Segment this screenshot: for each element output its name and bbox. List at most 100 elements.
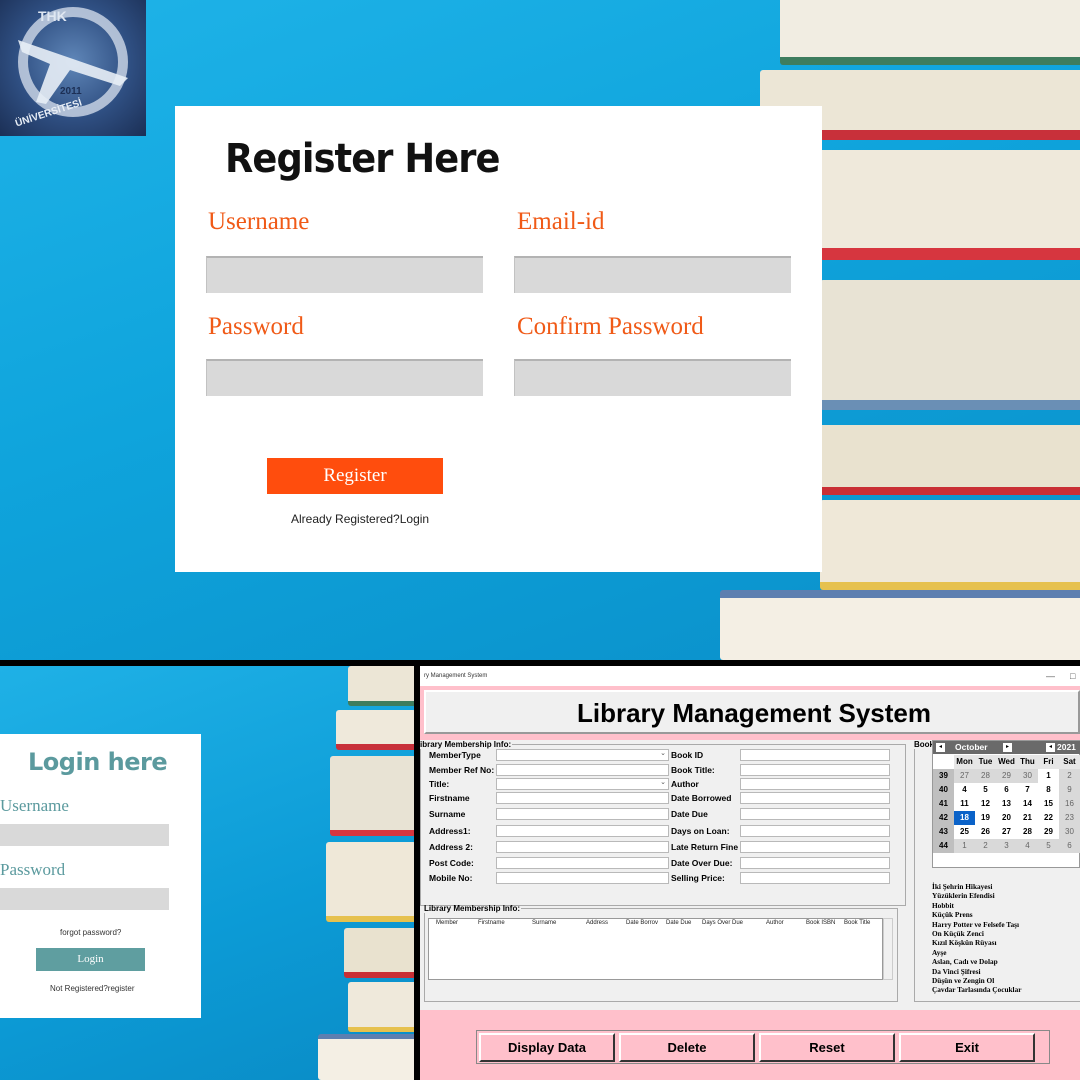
password-input[interactable]: [0, 888, 169, 910]
column-header[interactable]: Address: [586, 920, 608, 926]
text-field[interactable]: [740, 857, 890, 869]
list-item[interactable]: Düşün ve Zengin Ol: [932, 976, 1080, 985]
text-field[interactable]: [496, 792, 669, 804]
delete-button[interactable]: Delete: [619, 1033, 755, 1062]
calendar-day[interactable]: 28: [1017, 825, 1038, 839]
password-input[interactable]: [206, 359, 483, 396]
select-field[interactable]: ⌄: [496, 778, 669, 790]
list-item[interactable]: Ayşe: [932, 948, 1080, 957]
calendar-day[interactable]: 3: [996, 839, 1017, 853]
prev-month-icon[interactable]: ◂: [936, 743, 945, 752]
calendar-day-selected[interactable]: 18: [954, 811, 975, 825]
username-input[interactable]: [0, 824, 169, 846]
text-field[interactable]: [740, 778, 890, 790]
list-item[interactable]: Çavdar Tarlasında Çocuklar: [932, 985, 1080, 994]
exit-button[interactable]: Exit: [899, 1033, 1035, 1062]
calendar-day[interactable]: 2: [975, 839, 996, 853]
column-header[interactable]: Days Over Due: [702, 920, 743, 926]
column-header[interactable]: Member: [436, 920, 458, 926]
calendar-day[interactable]: 9: [1059, 783, 1080, 797]
calendar-day[interactable]: 27: [996, 825, 1017, 839]
calendar-day[interactable]: 30: [1059, 825, 1080, 839]
calendar-day[interactable]: 20: [996, 811, 1017, 825]
list-item[interactable]: Yüzüklerin Efendisi: [932, 891, 1080, 900]
column-header[interactable]: Date Borrov: [626, 920, 658, 926]
column-header[interactable]: Firstname: [478, 920, 505, 926]
text-field[interactable]: [496, 808, 669, 820]
calendar-day[interactable]: 30: [1017, 769, 1038, 783]
calendar-day[interactable]: 12: [975, 797, 996, 811]
calendar-day[interactable]: 22: [1038, 811, 1059, 825]
text-field[interactable]: [496, 872, 669, 884]
text-field[interactable]: [496, 841, 669, 853]
calendar-day[interactable]: 27: [954, 769, 975, 783]
text-field[interactable]: [740, 872, 890, 884]
login-button[interactable]: Login: [36, 948, 145, 971]
calendar-day[interactable]: 21: [1017, 811, 1038, 825]
list-item[interactable]: Da Vinci Şifresi: [932, 967, 1080, 976]
records-table[interactable]: [428, 918, 883, 980]
column-header[interactable]: Book ISBN: [806, 920, 835, 926]
calendar-day[interactable]: 25: [954, 825, 975, 839]
text-field[interactable]: [740, 825, 890, 837]
select-field[interactable]: ⌄: [496, 749, 669, 761]
text-field[interactable]: [740, 764, 890, 776]
text-field[interactable]: [740, 841, 890, 853]
calendar-day[interactable]: 8: [1038, 783, 1059, 797]
display-data-button[interactable]: Display Data: [479, 1033, 615, 1062]
minimize-icon[interactable]: —: [1046, 666, 1055, 686]
column-header[interactable]: Book Title: [844, 920, 870, 926]
prev-year-icon[interactable]: ◂: [1046, 743, 1055, 752]
calendar-day[interactable]: 4: [954, 783, 975, 797]
maximize-icon[interactable]: □: [1070, 666, 1075, 686]
calendar-day[interactable]: 4: [1017, 839, 1038, 853]
column-header[interactable]: Date Due: [666, 920, 691, 926]
calendar-day[interactable]: 29: [996, 769, 1017, 783]
calendar-day[interactable]: 23: [1059, 811, 1080, 825]
calendar-day[interactable]: 11: [954, 797, 975, 811]
text-field[interactable]: [496, 857, 669, 869]
table-scrollbar[interactable]: [883, 918, 893, 980]
calendar-day[interactable]: 19: [975, 811, 996, 825]
calendar-day[interactable]: 5: [975, 783, 996, 797]
book-list[interactable]: İki Şehrin Hikayesi Yüzüklerin Efendisi Ho…: [932, 882, 1080, 1018]
calendar-day[interactable]: 29: [1038, 825, 1059, 839]
text-field[interactable]: [740, 808, 890, 820]
calendar-day[interactable]: 2: [1059, 769, 1080, 783]
text-field[interactable]: [740, 749, 890, 761]
text-field[interactable]: [496, 764, 669, 776]
calendar-day[interactable]: 5: [1038, 839, 1059, 853]
reset-button[interactable]: Reset: [759, 1033, 895, 1062]
email-input[interactable]: [514, 256, 791, 293]
calendar-day[interactable]: 28: [975, 769, 996, 783]
calendar-day[interactable]: 1: [954, 839, 975, 853]
calendar-day[interactable]: 1: [1038, 769, 1059, 783]
text-field[interactable]: [740, 792, 890, 804]
register-button[interactable]: Register: [267, 458, 443, 494]
list-item[interactable]: Kızıl Köşkün Rüyası: [932, 938, 1080, 947]
list-item[interactable]: İki Şehrin Hikayesi: [932, 882, 1080, 891]
calendar-day[interactable]: 16: [1059, 797, 1080, 811]
calendar-day[interactable]: 7: [1017, 783, 1038, 797]
list-item[interactable]: Harry Potter ve Felsefe Taşı: [932, 920, 1080, 929]
forgot-password-link[interactable]: forgot password?: [60, 928, 121, 937]
calendar-day[interactable]: 6: [996, 783, 1017, 797]
list-item[interactable]: Küçük Prens: [932, 910, 1080, 919]
register-link[interactable]: Not Registered?register: [50, 984, 134, 993]
list-item[interactable]: Hobbit: [932, 901, 1080, 910]
calendar-day[interactable]: 13: [996, 797, 1017, 811]
calendar[interactable]: ◂ October ▸ ◂ 2021 MonTueWedThuFriSatSu3…: [932, 740, 1080, 868]
calendar-day[interactable]: 6: [1059, 839, 1080, 853]
username-input[interactable]: [206, 256, 483, 293]
column-header[interactable]: Surname: [532, 920, 556, 926]
list-item[interactable]: On Küçük Zenci: [932, 929, 1080, 938]
list-item[interactable]: Aslan, Cadı ve Dolap: [932, 957, 1080, 966]
login-link[interactable]: Already Registered?Login: [291, 512, 429, 526]
column-header[interactable]: Author: [766, 920, 784, 926]
calendar-day[interactable]: 26: [975, 825, 996, 839]
calendar-day[interactable]: 15: [1038, 797, 1059, 811]
confirm-password-input[interactable]: [514, 359, 791, 396]
next-month-icon[interactable]: ▸: [1003, 743, 1012, 752]
text-field[interactable]: [496, 825, 669, 837]
calendar-day[interactable]: 14: [1017, 797, 1038, 811]
